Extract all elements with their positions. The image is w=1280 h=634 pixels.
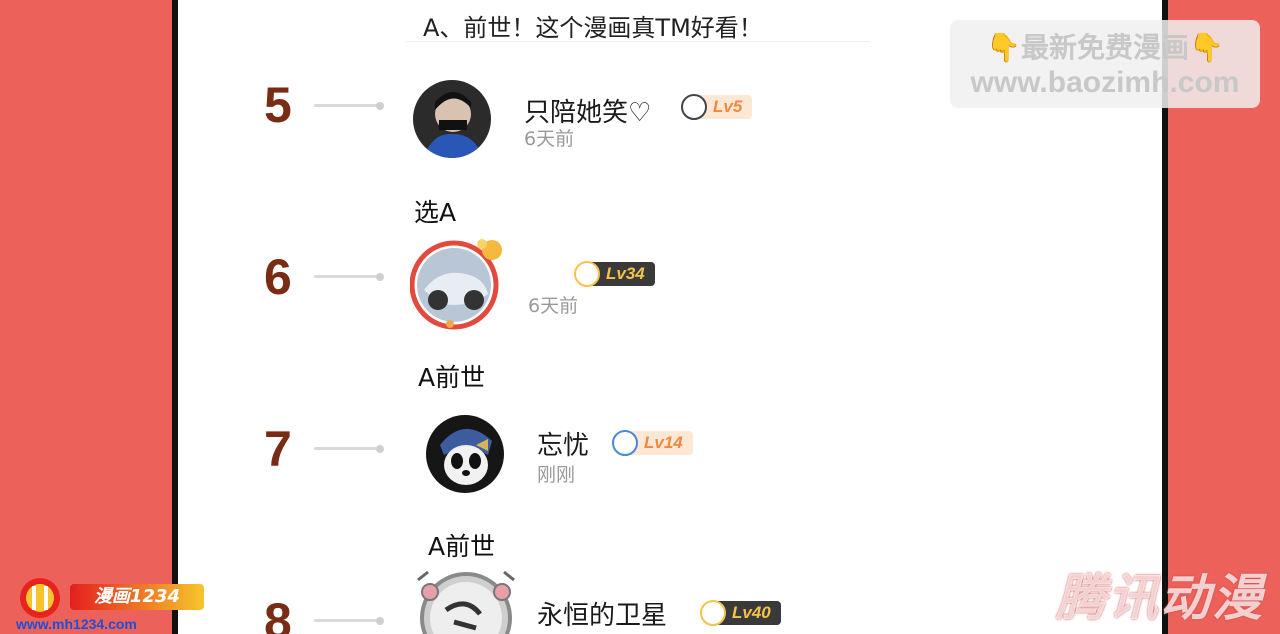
avatar[interactable] [413,80,491,158]
timestamp: 6天前 [528,295,579,317]
badge-face-icon [612,430,638,456]
badge-crown-icon [574,261,600,287]
rank-number: 6 [264,249,292,305]
avatar-image [417,570,515,634]
site-logo-icon [20,578,60,618]
rank-connector-dot [376,102,384,110]
comment-text: A前世 [418,363,486,392]
avatar[interactable] [426,415,504,493]
rank-connector [314,447,378,450]
site-logo-url: www.mh1234.com [16,616,137,632]
rank-connector-dot [376,617,384,625]
timestamp: 刚刚 [537,464,576,486]
rank-connector [314,619,378,622]
rank-connector [314,104,378,107]
comment-text: A前世 [428,532,496,561]
badge-crown-icon [700,600,726,626]
comment-text: A、前世！这个漫画真TM好看！ [423,14,763,42]
rank-connector [314,275,378,278]
avatar-frame[interactable] [409,238,508,330]
username[interactable]: 永恒的卫星 [537,595,667,632]
watermark: 👇最新免费漫画👇 www.baozimh.com [950,20,1260,108]
avatar-image [409,239,502,330]
rank-number: 5 [264,77,292,133]
level-badge: Lv34 [574,261,655,287]
publisher-logo: 腾讯动漫 [1056,569,1264,627]
avatar-image [413,80,491,158]
rank-connector-dot [376,273,384,281]
timestamp: 6天前 [524,128,575,150]
level-badge: Lv40 [700,600,781,626]
badge-face-icon [681,94,707,120]
site-logo[interactable]: 漫画1234 www.mh1234.com [14,576,204,634]
watermark-line: 👇最新免费漫画👇 [986,31,1224,64]
watermark-url: www.baozimh.com [970,66,1240,99]
comment-text: 选A [414,198,457,227]
avatar-image [426,415,504,493]
username[interactable]: 忘忧 [537,425,589,462]
divider [406,41,870,42]
level-badge: Lv14 [612,430,693,456]
avatar-frame[interactable] [410,570,522,634]
rank-number: 7 [264,421,292,477]
site-logo-name: 漫画1234 [70,584,204,610]
rank-number: 8 [264,593,292,634]
level-badge: Lv5 [681,94,753,120]
rank-connector-dot [376,445,384,453]
